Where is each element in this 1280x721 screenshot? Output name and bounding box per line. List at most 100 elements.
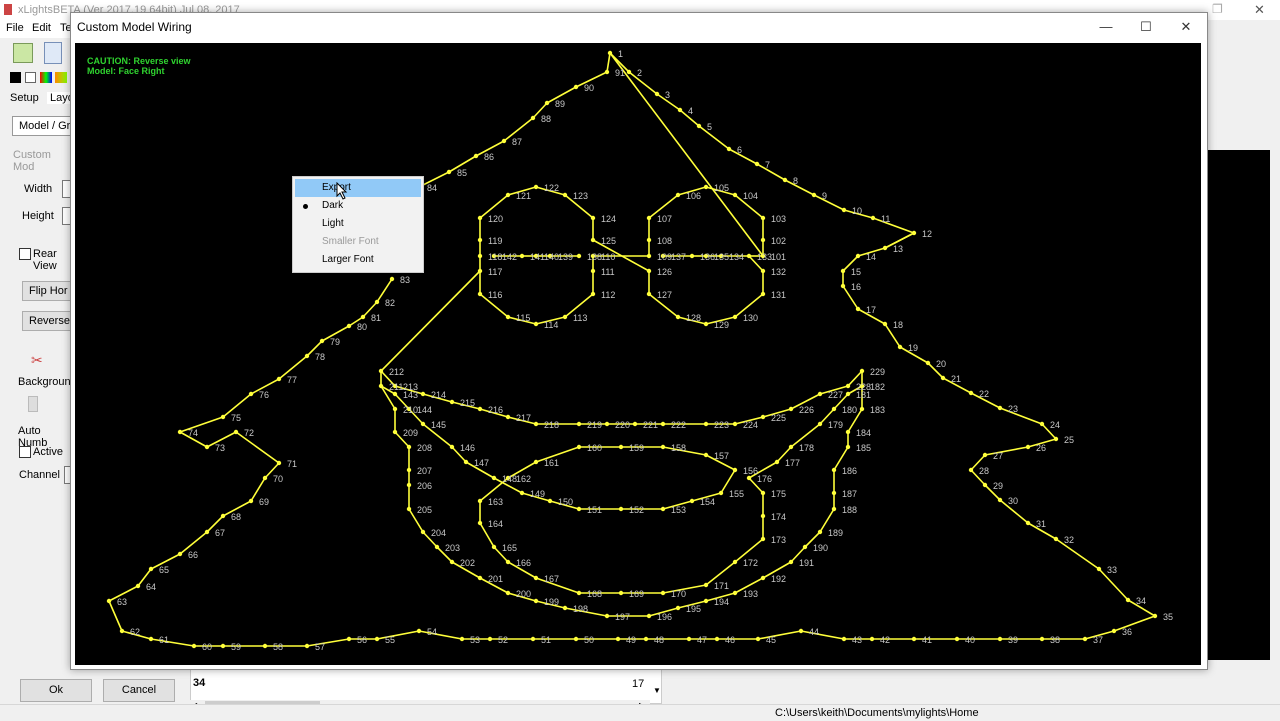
wire-node	[817, 529, 823, 535]
wire-node	[406, 467, 412, 473]
node-number: 37	[1093, 635, 1103, 645]
wire-node	[703, 452, 709, 458]
wire-node	[220, 643, 226, 649]
menu-item-export[interactable]: Export	[295, 179, 421, 197]
node-number: 197	[615, 612, 630, 622]
node-number: 26	[1036, 443, 1046, 453]
wire-segment	[984, 446, 1029, 456]
wire-node	[477, 268, 483, 274]
wire-node	[477, 253, 483, 259]
wire-node	[346, 323, 352, 329]
wire-node	[732, 467, 738, 473]
node-number: 194	[714, 597, 729, 607]
wire-node	[845, 383, 851, 389]
node-number: 199	[544, 597, 559, 607]
node-number: 106	[686, 191, 701, 201]
node-number: 103	[771, 214, 786, 224]
node-number: 180	[842, 405, 857, 415]
wire-node	[703, 321, 709, 327]
wire-node	[519, 490, 525, 496]
wire-node	[714, 636, 720, 642]
node-number: 207	[417, 466, 432, 476]
wire-node	[802, 544, 808, 550]
wire-node	[576, 253, 582, 259]
wire-node	[248, 391, 254, 397]
node-number: 158	[671, 443, 686, 453]
node-number: 21	[951, 374, 961, 384]
wire-node	[276, 376, 282, 382]
wire-node	[755, 636, 761, 642]
wire-node	[1025, 520, 1031, 526]
node-number: 132	[771, 267, 786, 277]
node-number: 83	[400, 275, 410, 285]
node-number: 188	[842, 505, 857, 515]
wire-segment	[800, 630, 845, 640]
wire-node	[882, 245, 888, 251]
node-number: 175	[771, 489, 786, 499]
wire-node	[1096, 566, 1102, 572]
wire-node	[869, 636, 875, 642]
node-number: 183	[870, 405, 885, 415]
wire-node	[1039, 636, 1045, 642]
wire-node	[576, 590, 582, 596]
node-number: 121	[516, 191, 531, 201]
menu-item-larger-font[interactable]: Larger Font	[295, 251, 421, 269]
wire-node	[618, 590, 624, 596]
wire-segment	[235, 431, 280, 464]
node-number: 218	[544, 420, 559, 430]
node-number: 220	[615, 420, 630, 430]
wire-node	[473, 153, 479, 159]
node-number: 178	[799, 443, 814, 453]
node-number: 41	[922, 635, 932, 645]
node-number: 44	[809, 627, 819, 637]
wire-node	[654, 91, 660, 97]
menu-item-light-label: Light	[322, 218, 344, 229]
node-number: 150	[558, 497, 573, 507]
menu-item-smaller-font-label: Smaller Font	[322, 236, 379, 247]
node-number: 114	[544, 320, 558, 330]
node-number: 161	[544, 458, 559, 468]
wire-node	[248, 498, 254, 504]
node-number: 144	[417, 405, 432, 415]
wire-node	[817, 421, 823, 427]
menu-item-dark[interactable]: Dark	[295, 197, 421, 215]
wire-node	[533, 184, 539, 190]
node-number: 182	[870, 382, 885, 392]
node-number: 135	[714, 252, 729, 262]
node-number: 81	[371, 313, 381, 323]
node-number: 18	[893, 320, 903, 330]
node-number: 75	[231, 413, 241, 423]
menu-item-light[interactable]: Light	[295, 215, 421, 233]
node-number: 58	[273, 642, 283, 652]
node-number: 108	[657, 236, 672, 246]
wire-node	[643, 636, 649, 642]
node-number: 123	[573, 191, 588, 201]
wire-segment	[150, 638, 195, 647]
wire-node	[530, 115, 536, 121]
wire-node	[1053, 436, 1059, 442]
wire-node	[703, 598, 709, 604]
wire-node	[573, 636, 579, 642]
wire-node	[660, 421, 666, 427]
node-number: 32	[1064, 535, 1074, 545]
node-number: 192	[771, 574, 786, 584]
node-number: 17	[866, 305, 876, 315]
wire-node	[760, 536, 766, 542]
wire-node	[406, 444, 412, 450]
node-number: 71	[287, 459, 297, 469]
wire-node	[954, 636, 960, 642]
node-number: 146	[460, 443, 475, 453]
node-number: 191	[799, 558, 814, 568]
wire-node	[774, 459, 780, 465]
wire-node	[135, 583, 141, 589]
node-number: 5	[707, 122, 712, 132]
node-number: 40	[965, 635, 975, 645]
node-number: 3	[665, 90, 670, 100]
node-number: 7	[765, 160, 770, 170]
wire-node	[191, 643, 197, 649]
node-number: 34	[1136, 596, 1146, 606]
node-number: 8	[793, 176, 798, 186]
wire-node	[420, 529, 426, 535]
wire-node	[760, 490, 766, 496]
node-number: 184	[856, 428, 871, 438]
